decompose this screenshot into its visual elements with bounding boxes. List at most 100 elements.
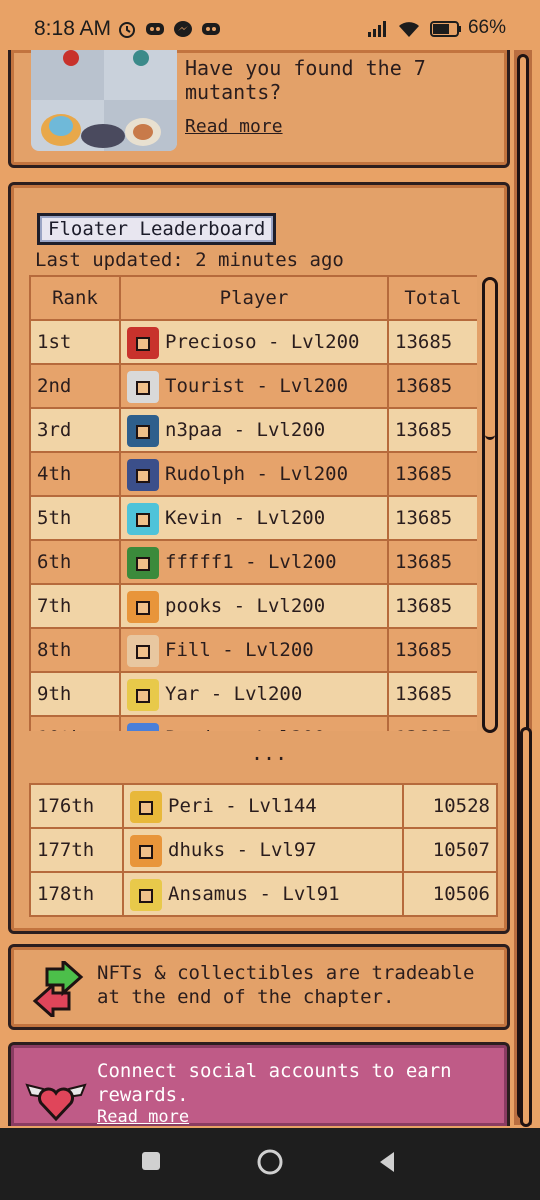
- signal-icon: [368, 21, 386, 37]
- leaderboard-row[interactable]: 7th pooks - Lvl200 13685: [29, 583, 477, 629]
- battery-icon: [430, 21, 461, 37]
- rank-cell: 6th: [29, 539, 121, 585]
- player-name: pooks - Lvl200: [165, 595, 326, 617]
- player-name: n3paa - Lvl200: [165, 419, 326, 441]
- total-cell: 13685: [387, 539, 477, 585]
- rank-cell: 10th: [29, 715, 121, 731]
- player-avatar: [127, 591, 159, 623]
- discord-icon: [146, 23, 164, 35]
- player-name: dhuks - Lvl97: [168, 839, 317, 861]
- leaderboard-row[interactable]: 3rd n3paa - Lvl200 13685: [29, 407, 477, 453]
- leaderboard-row[interactable]: 6th fffff1 - Lvl200 13685: [29, 539, 477, 585]
- last-updated-text: Last updated: 2 minutes ago: [35, 249, 344, 271]
- avatar-face: [136, 645, 150, 659]
- total-cell: 10507: [402, 827, 498, 873]
- avatar-face: [136, 425, 150, 439]
- rank-header: Rank: [29, 275, 121, 321]
- player-name: Precioso - Lvl200: [165, 331, 360, 353]
- recents-button[interactable]: [140, 1150, 162, 1172]
- header-row: Rank Player Total: [29, 275, 477, 321]
- leaderboard-row[interactable]: 10th Panda - Lvl200 13685: [29, 715, 477, 731]
- player-cell: Panda - Lvl200: [119, 715, 389, 731]
- avatar-face: [136, 469, 150, 483]
- page-scrollbar[interactable]: [514, 50, 532, 1127]
- player-cell: n3paa - Lvl200: [119, 407, 389, 453]
- total-cell: 13685: [387, 671, 477, 717]
- leaderboard-table: Rank Player Total 1st Precioso - Lvl200 13…: [29, 275, 477, 731]
- player-cell: Precioso - Lvl200: [119, 319, 389, 365]
- player-cell: pooks - Lvl200: [119, 583, 389, 629]
- player-avatar: [127, 547, 159, 579]
- player-name: Peri - Lvl144: [168, 795, 317, 817]
- mutants-promo-card[interactable]: Have you found the 7 mutants? Read more: [8, 50, 510, 168]
- rank-cell: 8th: [29, 627, 121, 673]
- rank-cell: 2nd: [29, 363, 121, 409]
- player-avatar: [127, 459, 159, 491]
- page-scroll-track[interactable]: [517, 54, 532, 1127]
- rank-cell: 9th: [29, 671, 121, 717]
- leaderboard-scroll-thumb[interactable]: [485, 280, 495, 440]
- total-cell: 13685: [387, 715, 477, 731]
- player-avatar: [130, 835, 162, 867]
- social-read-more-link[interactable]: Read more: [97, 1107, 189, 1127]
- player-avatar: [127, 371, 159, 403]
- leaderboard-row[interactable]: 9th Yar - Lvl200 13685: [29, 671, 477, 717]
- social-connect-card[interactable]: Connect social accounts to earn rewards.…: [8, 1042, 510, 1127]
- avatar-face: [139, 801, 153, 815]
- player-cell: Kevin - Lvl200: [119, 495, 389, 541]
- player-avatar: [127, 723, 159, 731]
- winged-heart-icon: [25, 1083, 87, 1121]
- total-cell: 13685: [387, 495, 477, 541]
- leaderboard-row[interactable]: 4th Rudolph - Lvl200 13685: [29, 451, 477, 497]
- player-name: Kevin - Lvl200: [165, 507, 326, 529]
- player-cell: Yar - Lvl200: [119, 671, 389, 717]
- promo-read-more-link[interactable]: Read more: [185, 116, 283, 137]
- player-name: Fill - Lvl200: [165, 639, 314, 661]
- leaderboard-row[interactable]: 2nd Tourist - Lvl200 13685: [29, 363, 477, 409]
- avatar-face: [136, 557, 150, 571]
- player-cell: Rudolph - Lvl200: [119, 451, 389, 497]
- avatar-face: [136, 601, 150, 615]
- player-avatar: [130, 791, 162, 823]
- leaderboard-row[interactable]: 8th Fill - Lvl200 13685: [29, 627, 477, 673]
- leaderboard-row[interactable]: 178th Ansamus - Lvl91 10506: [29, 871, 498, 917]
- player-avatar: [130, 879, 162, 911]
- alarm-icon: [119, 22, 135, 38]
- total-header: Total: [387, 275, 477, 321]
- back-button[interactable]: [376, 1150, 398, 1174]
- rank-cell: 7th: [29, 583, 121, 629]
- page-scroll-thumb[interactable]: [520, 727, 532, 1127]
- player-avatar: [127, 635, 159, 667]
- player-cell: fffff1 - Lvl200: [119, 539, 389, 585]
- player-avatar: [127, 679, 159, 711]
- leaderboard-scroll-area[interactable]: Rank Player Total 1st Precioso - Lvl200 13…: [29, 275, 477, 731]
- leaderboard-row[interactable]: 1st Precioso - Lvl200 13685: [29, 319, 477, 365]
- avatar-face: [136, 381, 150, 395]
- avatar-face: [136, 689, 150, 703]
- leaderboard-bottom-table: 176th Peri - Lvl144 10528 177th dhuks - Lvl9…: [29, 783, 498, 917]
- rank-cell: 4th: [29, 451, 121, 497]
- total-cell: 10528: [402, 783, 498, 829]
- player-name: Panda - Lvl200: [165, 727, 325, 731]
- nft-notice-card: NFTs & collectibles are tradeable at the…: [8, 944, 510, 1030]
- discord-icon-2: [202, 23, 220, 35]
- avatar-face: [136, 513, 150, 527]
- total-cell: 13685: [387, 451, 477, 497]
- avatar-face: [139, 889, 153, 903]
- home-button[interactable]: [256, 1148, 284, 1176]
- player-cell: Ansamus - Lvl91: [122, 871, 404, 917]
- leaderboard-row[interactable]: 5th Kevin - Lvl200 13685: [29, 495, 477, 541]
- leaderboard-row[interactable]: 177th dhuks - Lvl97 10507: [29, 827, 498, 873]
- player-name: Tourist - Lvl200: [165, 375, 349, 397]
- status-time: 8:18 AM: [34, 17, 112, 40]
- leaderboard-row[interactable]: 176th Peri - Lvl144 10528: [29, 783, 498, 829]
- leaderboard-title[interactable]: Floater Leaderboard: [37, 213, 277, 245]
- rank-cell: 176th: [29, 783, 124, 829]
- total-cell: 13685: [387, 363, 477, 409]
- system-nav-bar: [0, 1128, 540, 1200]
- player-name: fffff1 - Lvl200: [165, 551, 337, 573]
- player-cell: Fill - Lvl200: [119, 627, 389, 673]
- leaderboard-scrollbar[interactable]: [482, 277, 498, 733]
- total-cell: 13685: [387, 583, 477, 629]
- player-name: Rudolph - Lvl200: [165, 463, 349, 485]
